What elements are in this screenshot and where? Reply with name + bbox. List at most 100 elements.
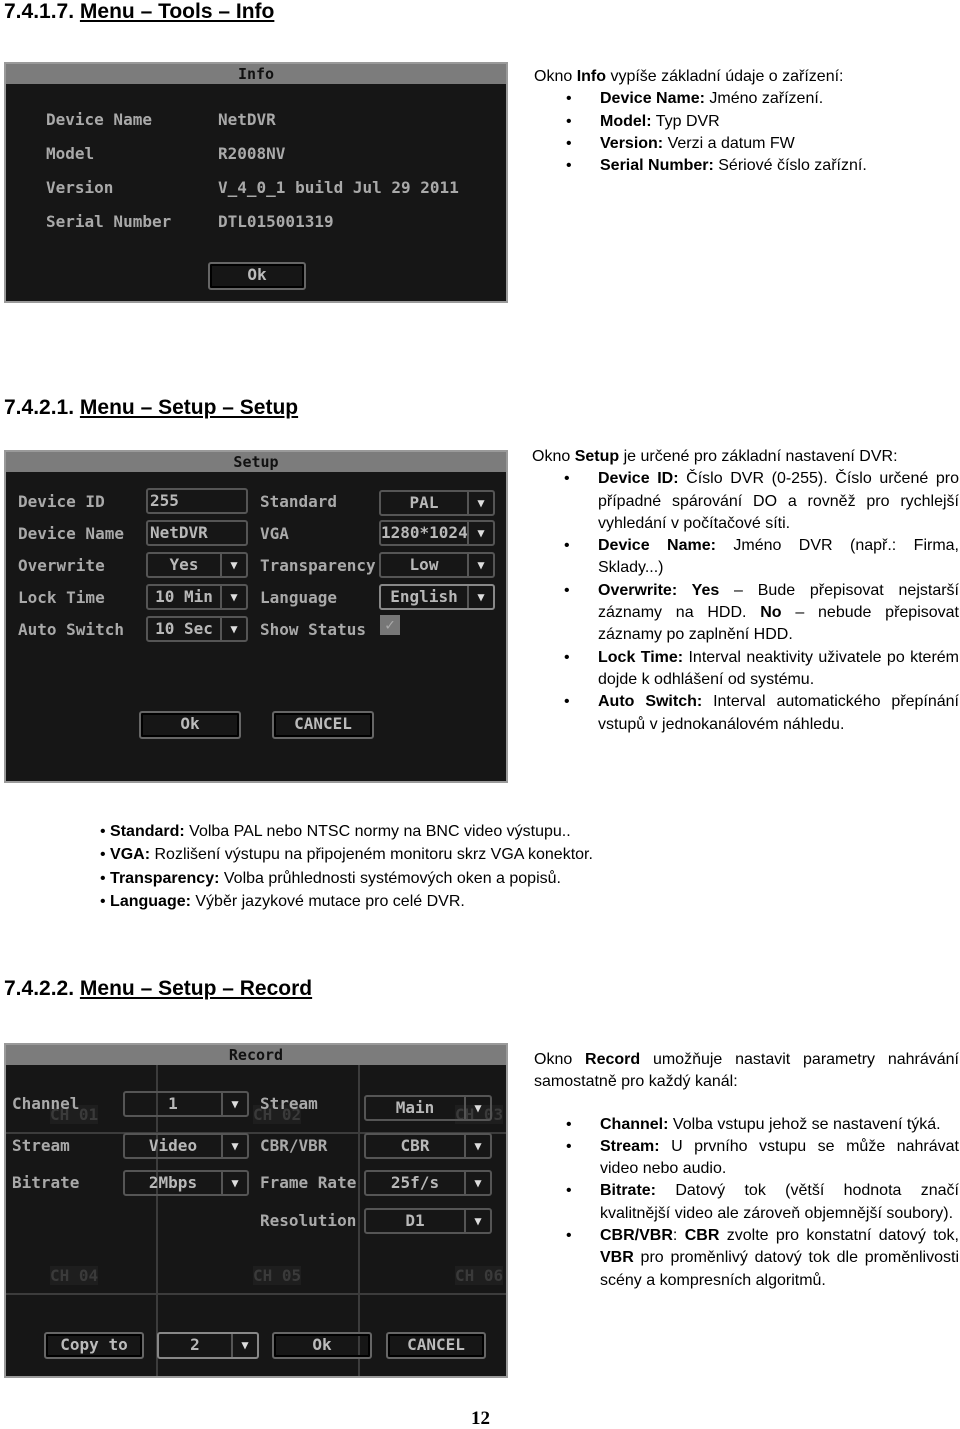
heading-title: Menu – Setup – Record [79,977,313,1000]
setup-bottom-list: • Standard: Volba PAL nebo NTSC normy na… [100,820,900,913]
transparency-dropdown[interactable]: Low ▼ [379,552,495,578]
cbr-vbr-dropdown[interactable]: CBR ▼ [364,1133,492,1159]
list-item: Device ID: Číslo DVR (0-255). Číslo urče… [532,468,959,535]
info-description: Okno Info vypíše základní údaje o zaříze… [534,66,960,178]
list-item: • Standard: Volba PAL nebo NTSC normy na… [100,823,571,840]
label-model: Model [46,144,95,163]
device-name-input[interactable]: NetDVR [146,520,248,546]
grid-line [358,1045,360,1376]
chevron-down-icon: ▼ [221,1172,247,1194]
copy-to-button[interactable]: Copy to [44,1332,144,1359]
ok-button[interactable]: Ok [272,1332,372,1359]
label-stream: Stream [12,1136,70,1155]
list-item: Stream: U prvního vstupu se může nahráva… [534,1136,959,1181]
list-item: Lock Time: Interval neaktivity uživatele… [532,647,959,692]
bitrate-dropdown[interactable]: 2Mbps ▼ [123,1170,249,1196]
heading-number: 7.4.1.7. [4,0,75,23]
label-device-id: Device ID [18,492,105,511]
list-item: CBR/VBR: CBR zvolte pro konstatní datový… [534,1225,959,1292]
language-dropdown[interactable]: English ▼ [379,584,495,610]
heading-number: 7.4.2.2. [4,977,75,1000]
chevron-down-icon: ▼ [467,492,493,514]
stream-type-dropdown[interactable]: Main ▼ [364,1095,492,1121]
chevron-down-icon: ▼ [467,554,493,576]
label-cbr-vbr: CBR/VBR [260,1136,328,1155]
bullet-list: Device ID: Číslo DVR (0-255). Číslo urče… [532,468,959,736]
label-lock-time: Lock Time [18,588,105,607]
copy-target-dropdown[interactable]: 2 ▼ [157,1332,259,1359]
list-item: • Language: Výběr jazykové mutace pro ce… [100,892,465,910]
chevron-down-icon: ▼ [464,1210,490,1232]
document-page: 7.4.1.7. Menu – Tools – Info Info Device… [0,0,960,1429]
auto-switch-dropdown[interactable]: 10 Sec ▼ [146,616,248,642]
bullet-list: Device Name: Jméno zařízení. Model: Typ … [534,88,960,177]
label-resolution: Resolution [260,1211,357,1230]
label-serial: Serial Number [46,212,172,231]
heading-title: Menu – Tools – Info [79,0,275,23]
device-id-input[interactable]: 255 [146,488,248,514]
chevron-down-icon: ▼ [467,586,493,608]
label-auto-switch: Auto Switch [18,620,124,639]
setup-description: Okno Setup je určené pro základní nastav… [532,446,959,736]
setup-dialog: Setup Device ID 255 Device Name NetDVR O… [4,450,508,783]
overwrite-dropdown[interactable]: Yes ▼ [146,552,248,578]
channel-tile-label: CH 05 [253,1266,302,1285]
info-dialog: Info Device Name NetDVR Model R2008NV Ve… [4,62,508,303]
dialog-title: Setup [6,452,506,472]
lock-time-dropdown[interactable]: 10 Min ▼ [146,584,248,610]
channel-tile-label: CH 04 [50,1266,99,1285]
value-model: R2008NV [218,144,286,163]
value-version: V_4_0_1 build Jul 29 2011 [218,178,459,197]
heading-tools-info: 7.4.1.7. Menu – Tools – Info [4,0,274,24]
list-item: Serial Number: Sériové číslo zařízní. [534,155,960,178]
heading-number: 7.4.2.1. [4,396,75,419]
heading-setup-record: 7.4.2.2. Menu – Setup – Record [4,977,312,1001]
chevron-down-icon: ▼ [464,1135,490,1157]
list-item: Bitrate: Datový tok (větší hodnota značí… [534,1180,959,1225]
label-standard: Standard [260,492,338,511]
heading-title: Menu – Setup – Setup [79,396,299,419]
label-channel: Channel [12,1094,80,1113]
chevron-down-icon: ▼ [221,1135,247,1157]
chevron-down-icon: ▼ [464,1097,490,1119]
frame-rate-dropdown[interactable]: 25f/s ▼ [364,1170,492,1196]
grid-line [6,1293,506,1295]
chevron-down-icon: ▼ [220,554,246,576]
list-item: Version: Verzi a datum FW [534,133,960,156]
value-serial: DTL015001319 [218,212,334,231]
channel-tile-label: CH 06 [455,1266,504,1285]
list-item: Auto Switch: Interval automatického přep… [532,691,959,736]
resolution-dropdown[interactable]: D1 ▼ [364,1208,492,1234]
label-show-status: Show Status [260,620,366,639]
show-status-checkbox[interactable]: ✓ [380,615,400,635]
ok-button[interactable]: Ok [208,262,306,290]
ok-button[interactable]: Ok [139,711,241,739]
cancel-button[interactable]: CANCEL [272,711,374,739]
channel-dropdown[interactable]: 1 ▼ [123,1091,249,1117]
intro: Okno Setup je určené pro základní nastav… [532,448,898,465]
standard-dropdown[interactable]: PAL ▼ [379,490,495,516]
label-transparency: Transparency [260,556,376,575]
dialog-title: Record [6,1045,506,1065]
chevron-down-icon: ▼ [220,586,246,608]
record-dialog: CH 01 CH 02 CH 03 CH 04 CH 05 CH 06 Reco… [4,1043,508,1378]
list-item: Device Name: Jméno zařízení. [534,88,960,111]
label-device-name: Device Name [46,110,152,129]
label-language: Language [260,588,338,607]
list-item: • VGA: Rozlišení výstupu na připojeném m… [100,846,593,864]
stream-dropdown[interactable]: Video ▼ [123,1133,249,1159]
page-number: 12 [471,1408,490,1429]
heading-setup-setup: 7.4.2.1. Menu – Setup – Setup [4,396,298,420]
list-item: Channel: Volba vstupu jehož se nastavení… [534,1114,959,1137]
chevron-down-icon: ▼ [220,618,246,640]
chevron-down-icon: ▼ [464,1172,490,1194]
label-overwrite: Overwrite [18,556,105,575]
intro: Okno Record umožňuje nastavit parametry … [534,1051,960,1091]
record-description: Okno Record umožňuje nastavit parametry … [534,1049,959,1292]
list-item: • Transparency: Volba průhlednosti systé… [100,869,561,887]
cancel-button[interactable]: CANCEL [386,1332,486,1359]
vga-dropdown[interactable]: 1280*1024 ▼ [379,520,495,546]
label-version: Version [46,178,114,197]
dialog-title: Info [6,64,506,84]
label-vga: VGA [260,524,289,543]
